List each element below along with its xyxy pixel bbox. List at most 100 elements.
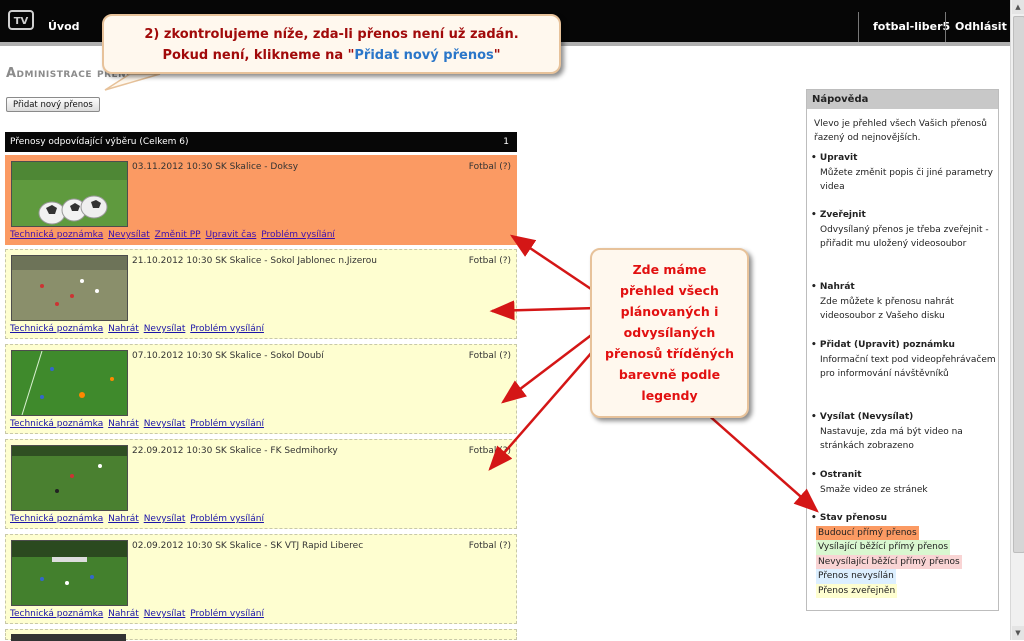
- broadcast-list-header: Přenosy odpovídající výběru (Celkem 6) 1: [5, 132, 517, 152]
- change-pp-link[interactable]: Změnit PP: [155, 230, 201, 240]
- arrow-icon: [501, 329, 599, 404]
- technical-note-link[interactable]: Technická poznámka: [10, 609, 103, 619]
- help-title: Nápověda: [807, 90, 998, 109]
- broadcast-problem-link[interactable]: Problém vysílání: [261, 230, 335, 240]
- callout-link-text: Přidat nový přenos: [354, 48, 494, 63]
- broadcast-sport[interactable]: Fotbal (?): [469, 256, 511, 266]
- arrow-icon: [696, 404, 819, 513]
- callout-line: plánovaných i: [620, 304, 719, 319]
- technical-note-link[interactable]: Technická poznámka: [10, 230, 103, 240]
- help-item-text: Odvysílaný přenos je třeba zveřejnit - p…: [820, 224, 989, 250]
- help-item-edit: Upravit Můžete změnit popis či jiné para…: [811, 151, 996, 195]
- callout-line1: 2) zkontrolujeme níže, zda-li přenos nen…: [144, 27, 519, 42]
- broadcast-thumbnail[interactable]: [11, 161, 128, 227]
- do-not-broadcast-link[interactable]: Nevysílat: [144, 609, 186, 619]
- help-item-title: Přidat (Upravit) poznámku: [811, 338, 996, 353]
- help-item-title: Nahrát: [811, 280, 996, 295]
- broadcast-thumbnail[interactable]: [11, 350, 128, 416]
- do-not-broadcast-link[interactable]: Nevysílat: [108, 230, 150, 240]
- do-not-broadcast-link[interactable]: Nevysílat: [144, 419, 186, 429]
- broadcast-actions: Technická poznámka Nevysílat Změnit PP U…: [10, 230, 337, 240]
- broadcast-sport[interactable]: Fotbal (?): [469, 541, 511, 551]
- help-item-text: Můžete změnit popis či jiné parametry vi…: [820, 167, 993, 193]
- callout-line: Zde máme: [632, 262, 707, 277]
- broadcast-row: [5, 629, 517, 641]
- help-item-publish: Zveřejnit Odvysílaný přenos je třeba zve…: [811, 208, 996, 252]
- scroll-thumb[interactable]: [1013, 16, 1024, 553]
- broadcast-problem-link[interactable]: Problém vysílání: [190, 324, 264, 334]
- legend-title: Stav přenosu: [809, 511, 996, 526]
- callout-line: legendy: [641, 388, 698, 403]
- list-header-label: Přenosy odpovídající výběru (Celkem 6): [10, 137, 189, 147]
- callout-line: odvysílaných: [623, 325, 716, 340]
- broadcast-thumbnail[interactable]: [11, 255, 128, 321]
- do-not-broadcast-link[interactable]: Nevysílat: [144, 324, 186, 334]
- help-item-remove: Ostranit Smaže video ze stránek: [811, 468, 996, 497]
- broadcast-actions: Technická poznámka Nahrát Nevysílat Prob…: [10, 419, 266, 429]
- scroll-down-arrow-icon[interactable]: ▼: [1012, 626, 1024, 640]
- help-legend: Stav přenosu Budoucí přímý přenos Vysíla…: [811, 511, 996, 598]
- broadcast-title: 03.11.2012 10:30 SK Skalice - Doksy: [132, 162, 299, 172]
- broadcast-thumbnail[interactable]: [11, 445, 128, 511]
- broadcast-sport[interactable]: Fotbal (?): [469, 446, 511, 456]
- help-panel: Nápověda Vlevo je přehled všech Vašich p…: [806, 89, 999, 611]
- upload-link[interactable]: Nahrát: [108, 419, 139, 429]
- broadcast-title: 21.10.2012 10:30 SK Skalice - Sokol Jabl…: [132, 256, 378, 266]
- callout-line: přehled všech: [620, 283, 719, 298]
- help-item-upload: Nahrát Zde můžete k přenosu nahrát video…: [811, 280, 996, 324]
- vertical-scrollbar[interactable]: ▲ ▼: [1010, 0, 1024, 640]
- nav-logout-link[interactable]: Odhlásit: [945, 12, 1007, 42]
- broadcast-sport[interactable]: Fotbal (?): [469, 351, 511, 361]
- help-item-title: Vysílat (Nevysílat): [811, 410, 996, 425]
- broadcast-actions: Technická poznámka Nahrát Nevysílat Prob…: [10, 609, 266, 619]
- do-not-broadcast-link[interactable]: Nevysílat: [144, 514, 186, 524]
- upload-link[interactable]: Nahrát: [108, 609, 139, 619]
- upload-link[interactable]: Nahrát: [108, 514, 139, 524]
- broadcast-problem-link[interactable]: Problém vysílání: [190, 419, 264, 429]
- help-item-title: Ostranit: [811, 468, 996, 483]
- broadcast-title: 07.10.2012 10:30 SK Skalice - Sokol Doub…: [132, 351, 324, 361]
- legend-future-live: Budoucí přímý přenos: [816, 525, 919, 540]
- broadcast-problem-link[interactable]: Problém vysílání: [190, 514, 264, 524]
- technical-note-link[interactable]: Technická poznámka: [10, 514, 103, 524]
- tv-logo-icon[interactable]: TV: [8, 10, 34, 30]
- add-new-broadcast-button[interactable]: Přidat nový přenos: [6, 97, 100, 112]
- help-item-title: Upravit: [811, 151, 996, 166]
- legend-live-not-broadcasting: Nevysílající běžící přímý přenos: [816, 554, 962, 569]
- nav-home-link[interactable]: Úvod: [48, 20, 80, 33]
- arrow-icon: [509, 234, 601, 297]
- broadcast-actions: Technická poznámka Nahrát Nevysílat Prob…: [10, 514, 266, 524]
- broadcast-row: 07.10.2012 10:30 SK Skalice - Sokol Doub…: [5, 344, 517, 434]
- technical-note-link[interactable]: Technická poznámka: [10, 419, 103, 429]
- list-page-number[interactable]: 1: [503, 137, 509, 147]
- broadcast-title: 02.09.2012 10:30 SK Skalice - SK VTJ Rap…: [132, 541, 364, 551]
- callout-line: přenosů tříděných: [605, 346, 734, 361]
- callout-text: ": [493, 48, 501, 63]
- broadcast-row: 03.11.2012 10:30 SK Skalice - Doksy Fotb…: [5, 155, 517, 245]
- broadcast-title: 22.09.2012 10:30 SK Skalice - FK Sedmiho…: [132, 446, 338, 456]
- broadcast-actions: Technická poznámka Nahrát Nevysílat Prob…: [10, 324, 266, 334]
- broadcast-problem-link[interactable]: Problém vysílání: [190, 609, 264, 619]
- help-item-text: Informační text pod videopřehrávačem pro…: [820, 354, 996, 380]
- help-intro: Vlevo je přehled všech Vašich přenosů řa…: [814, 119, 987, 143]
- broadcast-row: 02.09.2012 10:30 SK Skalice - SK VTJ Rap…: [5, 534, 517, 624]
- nav-user-link[interactable]: fotbal-liber5: [858, 12, 950, 42]
- broadcast-row: 22.09.2012 10:30 SK Skalice - FK Sedmiho…: [5, 439, 517, 529]
- broadcast-thumbnail[interactable]: [11, 540, 128, 606]
- upload-link[interactable]: Nahrát: [108, 324, 139, 334]
- legend-live-broadcasting: Vysílající běžící přímý přenos: [816, 540, 951, 555]
- callout-overview: Zde máme přehled všech plánovaných i odv…: [590, 248, 749, 418]
- edit-time-link[interactable]: Upravit čas: [205, 230, 256, 240]
- help-item-title: Zveřejnit: [811, 208, 996, 223]
- technical-note-link[interactable]: Technická poznámka: [10, 324, 103, 334]
- callout-text: Pokud není, klikneme na ": [162, 48, 355, 63]
- callout-line: barevně podle: [618, 367, 721, 382]
- callout-line2: Pokud není, klikneme na "Přidat nový pře…: [104, 45, 559, 66]
- help-item-note: Přidat (Upravit) poznámku Informační tex…: [811, 338, 996, 382]
- scroll-up-arrow-icon[interactable]: ▲: [1012, 0, 1024, 14]
- broadcast-row: 21.10.2012 10:30 SK Skalice - Sokol Jabl…: [5, 249, 517, 339]
- legend-not-broadcast: Přenos nevysílán: [816, 569, 896, 584]
- help-item-text: Zde můžete k přenosu nahrát videosoubor …: [820, 296, 954, 322]
- broadcast-sport[interactable]: Fotbal (?): [469, 162, 511, 172]
- legend-published: Přenos zveřejněn: [816, 583, 898, 598]
